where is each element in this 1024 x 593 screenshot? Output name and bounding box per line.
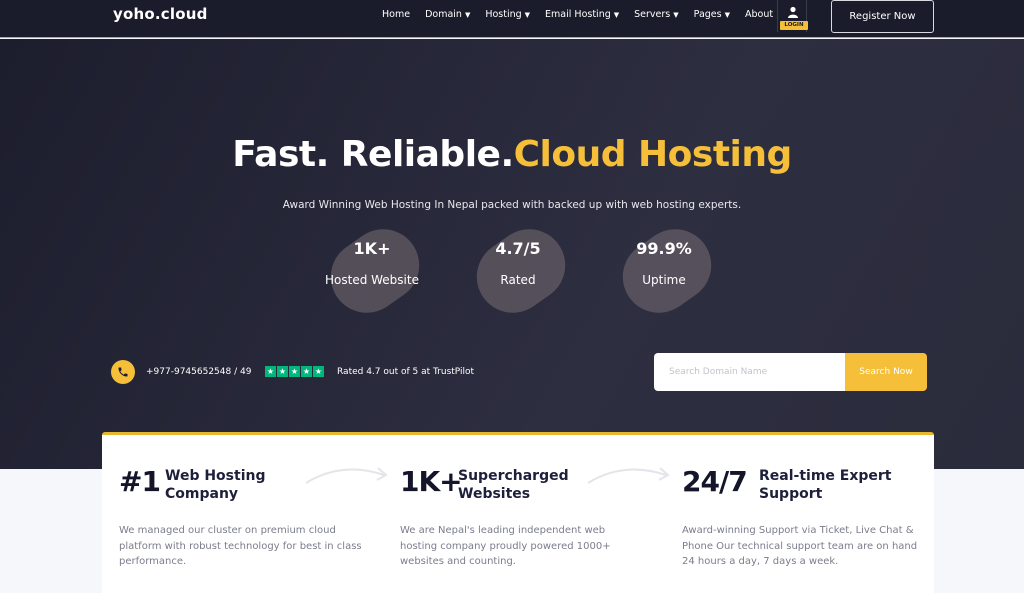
- main-nav: Home Domain ▼ Hosting ▼ Email Hosting ▼ Ser…: [382, 9, 788, 20]
- feature-big-number: 24/7: [682, 465, 748, 498]
- star-icon: ★: [277, 366, 288, 377]
- register-now-button[interactable]: Register Now: [831, 0, 934, 33]
- stat-value: 4.7/5: [495, 239, 541, 258]
- stat-label: Rated: [500, 273, 536, 287]
- headline-accent: Cloud Hosting: [513, 134, 793, 175]
- feature-title: Real-time Expert Support: [759, 468, 892, 502]
- stat-hosted-websites: 1K+ Hosted Website: [312, 215, 434, 327]
- hero-section: Fast. Reliable.Cloud Hosting Award Winni…: [0, 39, 1024, 469]
- nav-item-hosting[interactable]: Hosting ▼: [485, 9, 530, 20]
- star-icon: ★: [265, 366, 276, 377]
- login-label: LOGIN: [780, 21, 808, 30]
- chevron-down-icon: ▼: [613, 10, 620, 19]
- stat-label: Hosted Website: [325, 273, 419, 287]
- headline-white: Fast. Reliable.: [232, 134, 514, 175]
- nav-item-home[interactable]: Home: [382, 9, 410, 20]
- feature-description: Award-winning Support via Ticket, Live C…: [682, 525, 918, 567]
- phone-glyph-icon: [118, 367, 128, 377]
- top-navbar: yoho.cloud Home Domain ▼ Hosting ▼ Email H…: [0, 0, 1024, 38]
- feature-description: We managed our cluster on premium cloud …: [119, 525, 362, 567]
- feature-description: We are Nepal's leading independent web h…: [400, 525, 611, 567]
- site-logo[interactable]: yoho.cloud: [113, 5, 208, 23]
- nav-label: Domain: [425, 9, 462, 20]
- stat-value: 99.9%: [636, 239, 692, 258]
- nav-label: About: [744, 9, 774, 20]
- stat-value: 1K+: [353, 239, 391, 258]
- feature-title: Web Hosting Company: [165, 468, 266, 502]
- star-icon: ★: [301, 366, 312, 377]
- curved-arrow-icon: [587, 467, 670, 484]
- hero-subline: Award Winning Web Hosting In Nepal packe…: [282, 199, 742, 211]
- stat-blob: [316, 215, 434, 327]
- nav-label: Email Hosting: [545, 9, 611, 20]
- stat-uptime: 99.9% Uptime: [604, 215, 726, 327]
- nav-label: Hosting: [485, 9, 522, 20]
- feature-big-number: 1K+: [400, 465, 463, 498]
- feature-big-number: #1: [119, 465, 161, 498]
- nav-label: Pages: [693, 9, 722, 20]
- nav-item-domain[interactable]: Domain ▼: [425, 9, 470, 20]
- search-now-button[interactable]: Search Now: [845, 353, 927, 391]
- domain-search: Search Now: [654, 353, 927, 391]
- feature-title: Supercharged Websites: [458, 468, 569, 502]
- features-card: #1 Web Hosting Company We managed our cl…: [102, 432, 934, 593]
- nav-label: Servers: [634, 9, 671, 20]
- curved-arrow-icon: [305, 467, 388, 484]
- phone-number[interactable]: +977-9745652548 / 49: [146, 367, 251, 377]
- user-icon: [788, 6, 798, 18]
- chevron-down-icon: ▼: [464, 10, 471, 19]
- nav-label: Home: [382, 9, 411, 20]
- phone-icon[interactable]: [111, 360, 135, 384]
- star-icon: ★: [289, 366, 300, 377]
- chevron-down-icon: ▼: [673, 10, 679, 19]
- stat-blob: [462, 215, 580, 327]
- stat-rated: 4.7/5 Rated: [458, 215, 580, 327]
- trustpilot-stars: ★ ★ ★ ★ ★: [265, 366, 324, 377]
- chevron-down-icon: ▼: [524, 10, 531, 19]
- nav-item-pages[interactable]: Pages ▼: [694, 9, 730, 20]
- stat-label: Uptime: [642, 273, 686, 287]
- star-icon: ★: [313, 366, 324, 377]
- hero-headline: Fast. Reliable.Cloud Hosting: [0, 134, 1024, 175]
- nav-item-servers[interactable]: Servers ▼: [634, 9, 679, 20]
- domain-search-input[interactable]: [654, 353, 845, 391]
- login-button[interactable]: LOGIN: [777, 0, 808, 32]
- chevron-down-icon: ▼: [724, 10, 730, 19]
- nav-item-email-hosting[interactable]: Email Hosting ▼: [545, 9, 619, 20]
- nav-item-about[interactable]: About: [745, 9, 773, 20]
- stat-blob: [608, 215, 726, 327]
- trustpilot-rating-text: Rated 4.7 out of 5 at TrustPilot: [337, 367, 475, 377]
